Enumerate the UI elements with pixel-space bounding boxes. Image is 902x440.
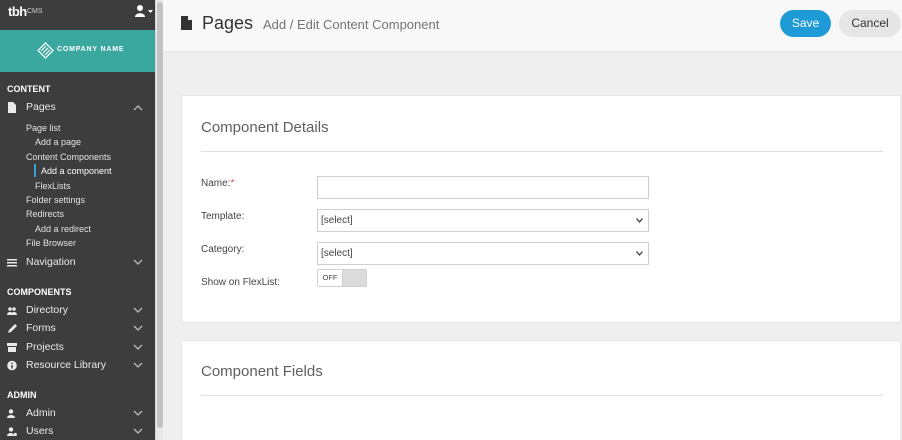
divider [201,395,883,396]
scrollbar-thumb[interactable] [157,2,163,428]
toggle-state: OFF [318,270,343,286]
sidebar-item-label: Directory [26,304,69,316]
sidebar-subitem-add-redirect[interactable]: Add a redirect [35,224,91,234]
sidebar-item-forms[interactable]: Forms [0,321,155,337]
card-title: Component Fields [201,363,323,380]
flexlist-label: Show on FlexList: [201,277,280,288]
template-label: Template: [201,211,245,222]
sidebar-item-label: Admin [26,407,56,419]
sidebar-item-label: Forms [26,322,56,334]
sidebar-subitem-content-components[interactable]: Content Components [26,152,111,162]
users-group-icon [7,307,17,315]
sidebar-item-label: Users [26,425,54,437]
sidebar-item-label: Navigation [26,256,76,268]
sidebar-item-projects[interactable]: Projects [0,340,155,356]
sidebar-item-label: Resource Library [26,359,106,371]
template-select-value: [select] [321,215,353,226]
chevron-down-icon[interactable] [133,344,143,351]
sidebar-subitem-page-list[interactable]: Page list [26,123,61,133]
chevron-down-icon[interactable] [133,325,143,332]
divider [201,151,883,152]
card-title: Component Details [201,119,329,136]
section-title-content: CONTENT [7,84,51,94]
brand-logo[interactable]: tbh [8,4,27,19]
save-button[interactable]: Save [780,10,831,37]
company-logo-icon [37,42,54,59]
template-select[interactable]: [select] [317,209,649,232]
sidebar-scrollbar[interactable] [155,0,163,440]
chevron-down-icon [636,218,643,223]
sidebar-subitem-redirects[interactable]: Redirects [26,209,64,219]
component-details-card: Component Details Name:* Template: [sele… [181,95,901,323]
sidebar-item-resource-library[interactable]: Resource Library [0,358,155,374]
user-menu-button[interactable] [134,4,154,18]
page-title: Pages [202,13,254,33]
sidebar-item-label: Projects [26,341,64,353]
component-fields-card: Component Fields [181,340,901,440]
chevron-up-icon[interactable] [133,104,143,111]
user-cog-icon [7,427,17,437]
required-marker: * [230,178,235,189]
name-label-text: Name: [201,178,231,189]
category-label: Category: [201,244,245,255]
file-icon [8,102,16,113]
sidebar-subitem-folder-settings[interactable]: Folder settings [26,195,85,205]
sidebar: tbh CMS COMPANY NAME CONTENT Pages Page … [0,0,155,440]
file-icon [181,16,192,30]
brand-product-label: CMS [27,8,43,15]
sidebar-item-directory[interactable]: Directory [0,303,155,319]
page-header: Pages Add / Edit Content Component Save … [163,0,902,52]
page-subtitle: Add / Edit Content Component [263,17,440,32]
user-icon [135,5,153,17]
sidebar-subitem-add-page[interactable]: Add a page [35,137,81,147]
category-select[interactable]: [select] [317,242,649,265]
info-circle-icon [7,360,17,371]
sidebar-subitem-flexlists[interactable]: FlexLists [35,181,71,191]
sidebar-item-admin[interactable]: Admin [0,406,155,422]
chevron-down-icon[interactable] [133,410,143,417]
sidebar-item-label: Pages [26,101,56,113]
chevron-down-icon [636,251,643,256]
chevron-down-icon[interactable] [133,362,143,369]
sidebar-subitem-file-browser[interactable]: File Browser [26,238,76,248]
section-title-components: COMPONENTS [7,287,72,297]
chevron-down-icon[interactable] [133,428,143,435]
sidebar-item-navigation[interactable]: Navigation [0,255,155,271]
active-indicator [34,164,36,177]
name-input[interactable] [317,176,649,199]
menu-bars-icon [7,259,17,267]
name-label: Name:* [201,178,234,189]
company-banner[interactable]: COMPANY NAME [0,30,155,72]
cancel-button[interactable]: Cancel [839,10,901,37]
chevron-down-icon[interactable] [133,307,143,314]
sidebar-item-users[interactable]: Users [0,424,155,440]
user-shield-icon [7,409,15,418]
chevron-down-icon[interactable] [133,259,143,266]
company-name: COMPANY NAME [57,46,125,53]
sidebar-item-pages[interactable]: Pages [0,100,155,116]
category-select-value: [select] [321,248,353,259]
pencil-icon [8,324,17,333]
archive-box-icon [7,343,17,352]
sidebar-subitem-add-component[interactable]: Add a component [41,166,112,176]
brand-bar: tbh CMS [0,0,155,30]
flexlist-toggle[interactable]: OFF [317,269,367,287]
section-title-admin: ADMIN [7,390,37,400]
